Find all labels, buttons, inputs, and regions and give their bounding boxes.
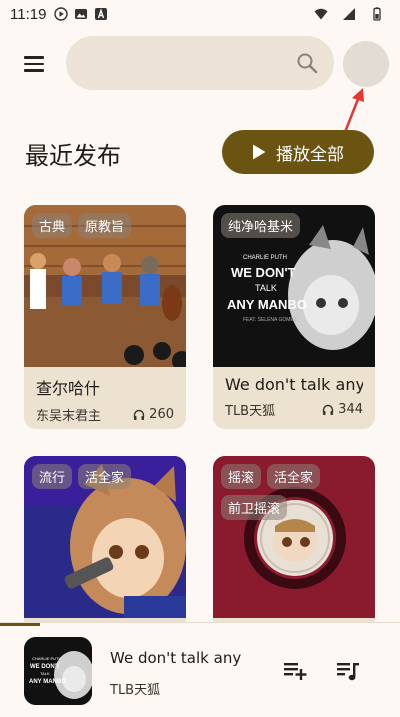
play-icon xyxy=(253,144,266,160)
tag-list: 流行 活全家 xyxy=(32,464,182,489)
play-count-value: 344 xyxy=(338,402,363,417)
player-artist-name: TLB天狐 xyxy=(110,683,161,698)
card-info: 查尔哈什 东吴末君主 260 xyxy=(24,367,186,427)
song-title: We don't talk any xyxy=(225,375,363,394)
play-count: 260 xyxy=(133,407,174,422)
tag[interactable]: 摇滚 xyxy=(221,464,262,489)
player-album-cover[interactable]: CHARLIE PUTH WE DON'T TALK ANY MANBO xyxy=(24,637,92,705)
play-all-button[interactable]: 播放全部 xyxy=(222,130,374,174)
tag[interactable]: 前卫摇滚 xyxy=(221,495,288,520)
cover-line: TALK xyxy=(40,671,50,676)
cover-line: WE DON'T xyxy=(231,265,296,280)
playlist-add-icon[interactable] xyxy=(281,657,309,685)
headphone-icon xyxy=(322,404,334,415)
mini-player[interactable]: CHARLIE PUTH WE DON'T TALK ANY MANBO We … xyxy=(0,622,400,717)
song-title: 查尔哈什 xyxy=(36,379,101,398)
image-icon xyxy=(75,9,88,19)
cover-line: TALK xyxy=(255,283,277,293)
a-letter-icon xyxy=(95,8,108,20)
tag-list: 古典 原教旨 xyxy=(32,213,182,238)
player-song-title: We don't talk any xyxy=(110,649,242,667)
cover-line: CHARLIE PUTH xyxy=(243,255,287,261)
search-icon[interactable] xyxy=(296,52,318,74)
artist-name: TLB天狐 xyxy=(225,404,276,419)
top-bar xyxy=(0,36,400,92)
cover-line: ANY MANBO xyxy=(29,679,66,685)
avatar[interactable] xyxy=(343,41,389,87)
section-title: 最近发布 xyxy=(25,142,121,170)
tag[interactable]: 古典 xyxy=(32,213,73,238)
tag[interactable]: 活全家 xyxy=(267,464,321,489)
tag-list: 摇滚 活全家 前卫摇滚 xyxy=(221,464,371,520)
status-bar: 11:19 xyxy=(0,0,400,28)
tag[interactable]: 纯净哈基米 xyxy=(221,213,301,238)
play-count: 344 xyxy=(322,402,363,417)
song-card[interactable]: 古典 原教旨 查尔哈什 东吴末君主 260 xyxy=(24,205,186,429)
queue-music-icon[interactable] xyxy=(334,657,362,685)
play-circle-icon xyxy=(54,7,69,21)
album-cover: 古典 原教旨 xyxy=(24,205,186,367)
album-cover: CHARLIE PUTH WE DON'T TALK ANY MANBO FEA… xyxy=(213,205,375,367)
search-input[interactable] xyxy=(66,36,334,90)
cover-line: WE DON'T xyxy=(30,664,60,670)
wifi-icon xyxy=(314,8,328,20)
play-count-value: 260 xyxy=(149,407,174,422)
album-cover: 流行 活全家 xyxy=(24,456,186,618)
artist-name: 东吴末君主 xyxy=(36,409,102,424)
battery-icon xyxy=(373,7,381,21)
playback-progress-bar[interactable] xyxy=(0,623,40,626)
cover-line: ANY MANBO xyxy=(227,297,307,312)
song-card[interactable]: 流行 活全家 xyxy=(24,456,186,636)
song-card[interactable]: CHARLIE PUTH WE DON'T TALK ANY MANBO FEA… xyxy=(213,205,375,429)
tag[interactable]: 原教旨 xyxy=(78,213,132,238)
play-all-label: 播放全部 xyxy=(276,144,344,165)
signal-icon xyxy=(343,8,355,20)
tag-list: 纯净哈基米 xyxy=(221,213,371,238)
song-card[interactable]: 摇滚 活全家 前卫摇滚 xyxy=(213,456,375,636)
cover-line: CHARLIE PUTH xyxy=(32,656,61,661)
search-bar[interactable] xyxy=(66,36,334,90)
tag[interactable]: 活全家 xyxy=(78,464,132,489)
headphone-icon xyxy=(133,409,145,420)
hamburger-menu-icon[interactable] xyxy=(24,50,52,78)
album-cover: 摇滚 活全家 前卫摇滚 xyxy=(213,456,375,618)
tag[interactable]: 流行 xyxy=(32,464,73,489)
cover-line: FEAT. SELENA GOMEZ xyxy=(243,317,297,323)
status-time: 11:19 xyxy=(10,5,47,23)
card-info: We don't talk any TLB天狐 344 xyxy=(213,367,375,427)
